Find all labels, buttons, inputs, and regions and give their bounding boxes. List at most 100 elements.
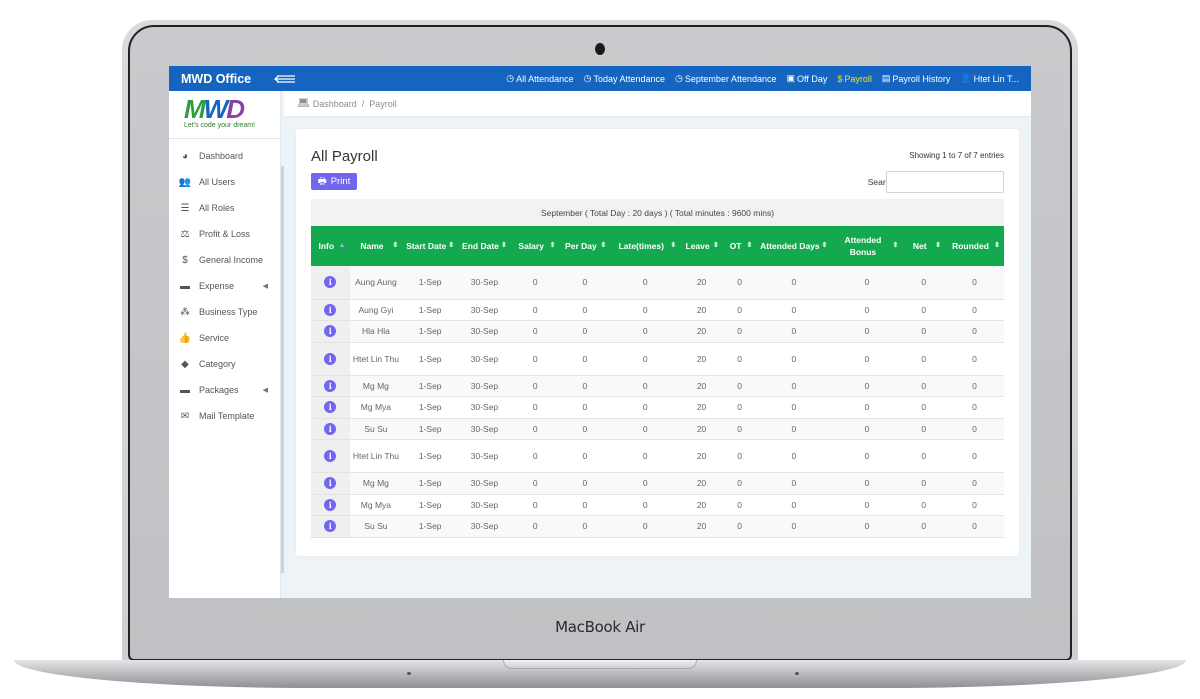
sidebar-toggle-button[interactable] bbox=[273, 72, 303, 86]
nav-off-day[interactable]: ▣ Off Day bbox=[786, 73, 827, 84]
column-header-salary[interactable]: Salary ⬍ bbox=[510, 226, 560, 266]
sidebar-item-all-roles[interactable]: ☰ All Roles bbox=[169, 195, 280, 221]
sidebar-menu: ◕ Dashboard 👥 All Users ☰ All Roles ⚖ Profit & … bbox=[169, 143, 280, 429]
nav-payroll[interactable]: $ Payroll bbox=[837, 74, 872, 84]
table-body: i Aung Aung 1-Sep 30-Sep 0 0 0 20 0 0 0 0 0 i Aung Gyi… bbox=[311, 266, 1004, 538]
cell-salary: 0 bbox=[510, 342, 560, 376]
sidebar-item-label: Packages bbox=[199, 385, 239, 395]
nav-september-attendance[interactable]: ◷ September Attendance bbox=[675, 73, 776, 84]
cell-salary: 0 bbox=[510, 418, 560, 440]
laptop-foot bbox=[795, 672, 799, 675]
cell-late-times: 0 bbox=[610, 375, 681, 397]
info-icon[interactable]: i bbox=[324, 498, 337, 511]
cell-late-times: 0 bbox=[610, 396, 681, 419]
sidebar-item-general-income[interactable]: $ General Income bbox=[169, 247, 280, 273]
cell-net: 0 bbox=[902, 375, 946, 397]
column-header-attended-bonus[interactable]: Attended Bonus ⬍ bbox=[831, 226, 903, 266]
app-title[interactable]: MWD Office bbox=[181, 72, 273, 86]
column-header-leave[interactable]: Leave ⬍ bbox=[680, 226, 723, 266]
nav-label: Today Attendance bbox=[593, 73, 666, 84]
column-header-name[interactable]: Name ⬍ bbox=[349, 226, 403, 266]
breadcrumb-dashboard[interactable]: Dashboard bbox=[313, 99, 357, 109]
cell-net: 0 bbox=[902, 396, 946, 419]
cell-start-date: 1-Sep bbox=[402, 494, 459, 516]
cell-leave: 20 bbox=[680, 299, 723, 321]
nav-all-attendance[interactable]: ◷ All Attendance bbox=[506, 73, 573, 84]
info-icon[interactable]: i bbox=[324, 401, 337, 414]
cell-salary: 0 bbox=[510, 439, 560, 473]
column-header-label: Leave bbox=[685, 241, 710, 251]
cell-salary: 0 bbox=[510, 472, 560, 495]
sidebar-item-category[interactable]: ◆ Category bbox=[169, 351, 280, 377]
info-icon[interactable]: i bbox=[324, 450, 337, 462]
info-icon[interactable]: i bbox=[324, 422, 337, 435]
nav-today-attendance[interactable]: ◷ Today Attendance bbox=[584, 73, 665, 84]
cell-per-day: 0 bbox=[559, 396, 611, 419]
sidebar-item-expense[interactable]: ▬ Expense ◀ bbox=[169, 273, 280, 299]
table-row: i Su Su 1-Sep 30-Sep 0 0 0 20 0 0 0 0 0 bbox=[311, 515, 1004, 538]
column-header-late-times[interactable]: Late(times) ⬍ bbox=[610, 226, 681, 266]
cell-end-date: 30-Sep bbox=[458, 266, 511, 300]
sidebar-item-dashboard[interactable]: ◕ Dashboard bbox=[169, 143, 280, 169]
cell-leave: 20 bbox=[680, 472, 723, 495]
nav-label: Htet Lin T... bbox=[973, 73, 1019, 84]
column-header-info[interactable]: Info ▲ bbox=[311, 226, 350, 266]
table-row: i Aung Gyi 1-Sep 30-Sep 0 0 0 20 0 0 0 0 0 bbox=[311, 299, 1004, 321]
cell-leave: 20 bbox=[680, 342, 723, 376]
cell-per-day: 0 bbox=[559, 439, 611, 473]
column-header-label: Info bbox=[318, 241, 335, 251]
sort-asc-icon: ▲ bbox=[338, 242, 346, 249]
info-icon[interactable]: i bbox=[324, 379, 337, 392]
sort-icon: ⬍ bbox=[935, 242, 942, 249]
column-header-net[interactable]: Net ⬍ bbox=[902, 226, 946, 266]
sort-icon: ⬍ bbox=[549, 242, 556, 249]
nav-htet-lin-t[interactable]: 👤 Htet Lin T... bbox=[960, 73, 1019, 84]
info-cell: i bbox=[311, 418, 350, 440]
sidebar-item-service[interactable]: 👍 Service bbox=[169, 325, 280, 351]
sidebar-item-label: Mail Template bbox=[199, 411, 255, 421]
info-icon[interactable]: i bbox=[324, 520, 337, 533]
cell-start-date: 1-Sep bbox=[402, 418, 459, 440]
info-icon[interactable]: i bbox=[324, 276, 337, 289]
cell-net: 0 bbox=[902, 418, 946, 440]
cell-late-times: 0 bbox=[610, 439, 681, 473]
column-header-attended-days[interactable]: Attended Days ⬍ bbox=[756, 226, 832, 266]
print-button[interactable]: 🖶︎ Print bbox=[311, 173, 357, 190]
column-header-end-date[interactable]: End Date ⬍ bbox=[458, 226, 511, 266]
info-icon[interactable]: i bbox=[324, 303, 337, 316]
nav-label: All Attendance bbox=[516, 73, 574, 84]
cell-name: Htet Lin Thu bbox=[349, 342, 403, 376]
sidebar-item-business-type[interactable]: ⁂ Business Type bbox=[169, 299, 280, 325]
sort-icon: ⬍ bbox=[821, 242, 828, 249]
cell-attended-days: 0 bbox=[756, 342, 832, 376]
cell-attended-days: 0 bbox=[756, 515, 832, 538]
sort-icon: ⬍ bbox=[670, 242, 677, 249]
cell-name: Htet Lin Thu bbox=[349, 439, 403, 473]
sidebar-item-all-users[interactable]: 👥 All Users bbox=[169, 169, 280, 195]
logo[interactable]: MWD Let's code your dream! bbox=[169, 91, 280, 139]
info-icon[interactable]: i bbox=[324, 352, 337, 365]
search-input[interactable] bbox=[886, 171, 1004, 193]
column-header-per-day[interactable]: Per Day ⬍ bbox=[559, 226, 611, 266]
nav-payroll-history[interactable]: ▤ Payroll History bbox=[882, 73, 951, 84]
column-header-start-date[interactable]: Start Date ⬍ bbox=[402, 226, 459, 266]
cell-end-date: 30-Sep bbox=[458, 375, 511, 397]
column-header-ot[interactable]: OT ⬍ bbox=[722, 226, 757, 266]
info-icon[interactable]: i bbox=[324, 325, 337, 338]
sidebar-item-profit-loss[interactable]: ⚖ Profit & Loss bbox=[169, 221, 280, 247]
cell-name: Mg Mg bbox=[349, 375, 403, 397]
info-icon[interactable]: i bbox=[324, 477, 337, 490]
breadcrumb-separator: / bbox=[361, 98, 365, 109]
cell-rounded: 0 bbox=[945, 494, 1004, 516]
balance-scale-icon: ⚖ bbox=[180, 228, 190, 240]
cell-per-day: 0 bbox=[559, 375, 611, 397]
cell-end-date: 30-Sep bbox=[458, 320, 511, 343]
sidebar-item-mail-template[interactable]: ✉ Mail Template bbox=[169, 403, 280, 429]
cell-salary: 0 bbox=[510, 299, 560, 321]
list-icon: ☰ bbox=[180, 202, 190, 214]
info-cell: i bbox=[311, 515, 350, 538]
sidebar-item-packages[interactable]: ▬ Packages ◀ bbox=[169, 377, 280, 403]
column-header-rounded[interactable]: Rounded ⬍ bbox=[945, 226, 1004, 266]
sidebar-scrollbar[interactable] bbox=[281, 166, 284, 573]
cell-ot: 0 bbox=[722, 266, 757, 300]
